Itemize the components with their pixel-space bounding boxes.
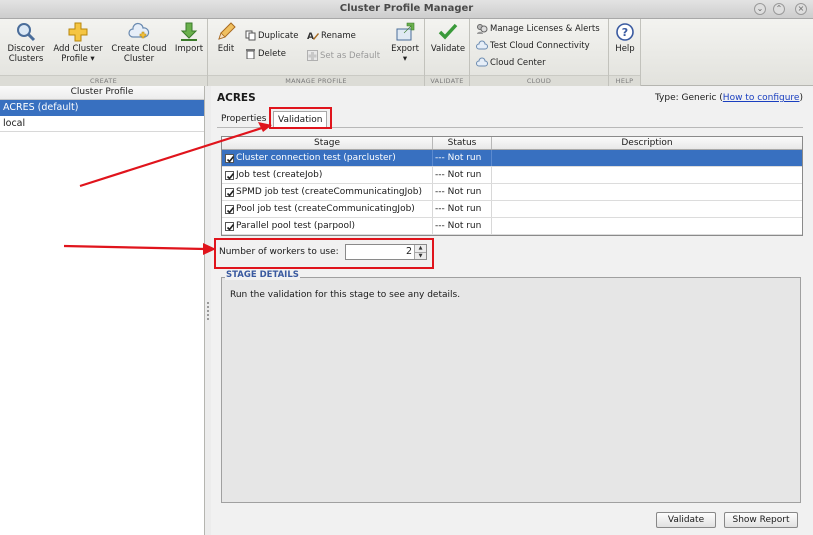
annotation-arrows: [63, 122, 272, 255]
arrowhead-icon: [203, 243, 216, 255]
arrow-line-to-workers: [63, 244, 206, 251]
arrow-line-to-validation-tab: [79, 126, 263, 188]
arrowhead-icon: [258, 122, 272, 132]
